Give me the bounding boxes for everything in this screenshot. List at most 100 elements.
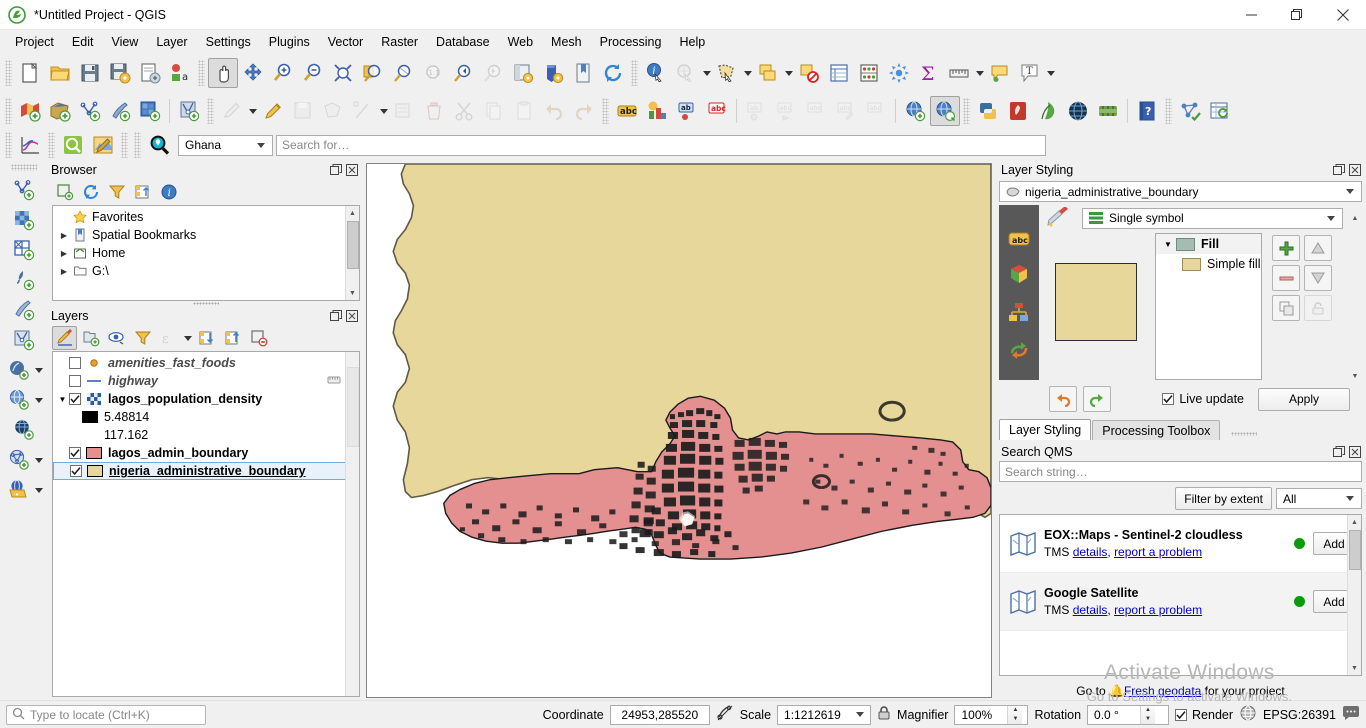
layer-visibility-checkbox[interactable] [69, 393, 81, 405]
browser-item-drive-g[interactable]: ▶ G:\ [53, 262, 359, 280]
float-panel-icon[interactable] [1332, 445, 1345, 458]
close-button[interactable] [1320, 0, 1366, 30]
quickmapservices-button[interactable] [58, 130, 88, 160]
pan-to-selection-button[interactable] [238, 58, 268, 88]
new-print-layout-button[interactable] [135, 58, 165, 88]
menu-settings[interactable]: Settings [197, 32, 260, 52]
qms-type-select[interactable]: All [1276, 488, 1362, 509]
new-3d-map-view-button[interactable] [538, 58, 568, 88]
refresh-table-button[interactable] [1205, 96, 1235, 126]
styling-scrollbar-bottom[interactable]: ▼ [1348, 233, 1362, 380]
add-symbol-layer-button[interactable] [1272, 235, 1300, 261]
v-add-arcgis-layer[interactable] [4, 475, 45, 505]
freehand-editing-button[interactable] [1093, 96, 1123, 126]
measure-line-button[interactable] [944, 58, 974, 88]
add-group-button[interactable] [78, 326, 103, 350]
browser-add-layer-button[interactable] [52, 180, 77, 204]
menu-view[interactable]: View [102, 32, 147, 52]
renderer-select[interactable]: Single symbol [1082, 207, 1343, 229]
toolbar-grip-vector-tools[interactable] [1165, 98, 1172, 124]
pin-labels-button[interactable]: abc [702, 96, 732, 126]
python-console-button[interactable] [973, 96, 1003, 126]
scroll-down-icon[interactable]: ▼ [345, 286, 359, 300]
zoom-to-layer-button[interactable] [388, 58, 418, 88]
qms-result-item[interactable]: Google Satellite TMS details, report a p… [1000, 573, 1361, 631]
locator-bar[interactable]: Type to locate (Ctrl+K) [6, 704, 206, 725]
restore-button[interactable] [1274, 0, 1320, 30]
v-postgis-dropdown[interactable] [34, 355, 45, 385]
qms-string-input[interactable] [999, 461, 1362, 482]
browser-filter-button[interactable] [104, 180, 129, 204]
modify-attributes-button[interactable] [389, 96, 419, 126]
diagrams-tab-icon[interactable] [1008, 301, 1030, 326]
magnifier-spinbox[interactable]: 100% ▲ ▼ [954, 704, 1029, 725]
expand-arrow-icon[interactable]: ▶ [57, 267, 71, 276]
fresh-geodata-link[interactable]: Fresh geodata [1124, 684, 1201, 698]
tab-processing-toolbox[interactable]: Processing Toolbox [1092, 420, 1221, 440]
close-panel-icon[interactable] [345, 309, 358, 322]
spin-up-icon[interactable]: ▲ [1008, 706, 1022, 715]
layer-row-highway[interactable]: highway [53, 372, 359, 390]
menu-mesh[interactable]: Mesh [542, 32, 591, 52]
scroll-down-icon[interactable]: ▼ [1352, 373, 1359, 380]
select-by-value-dropdown[interactable] [783, 58, 794, 88]
expand-arrow-icon[interactable]: ▶ [57, 231, 71, 240]
open-attribute-table-button[interactable] [824, 58, 854, 88]
close-panel-icon[interactable] [1348, 445, 1361, 458]
copy-features-button[interactable] [479, 96, 509, 126]
delete-selected-button[interactable] [419, 96, 449, 126]
cut-features-button[interactable] [449, 96, 479, 126]
layer-visibility-checkbox[interactable] [69, 447, 81, 459]
toggle-extents-icon[interactable] [716, 704, 734, 725]
show-bookmarks-button[interactable] [568, 58, 598, 88]
v-add-delimited-text-layer[interactable] [9, 265, 39, 295]
v-arcgis-dropdown[interactable] [34, 475, 45, 505]
undo-button[interactable] [539, 96, 569, 126]
labeling-button[interactable]: abc [612, 96, 642, 126]
qms-pin-icon-button[interactable] [144, 130, 174, 160]
map-tips-button[interactable] [985, 58, 1015, 88]
help-button[interactable]: ? [1132, 96, 1162, 126]
move-down-button[interactable] [1304, 265, 1332, 291]
menu-project[interactable]: Project [6, 32, 63, 52]
add-wfs-layer-button[interactable] [174, 96, 204, 126]
qgis2web-button[interactable] [1003, 96, 1033, 126]
toolbar-grip-qms[interactable] [48, 132, 55, 158]
zoom-next-button[interactable] [478, 58, 508, 88]
render-checkbox[interactable] [1175, 708, 1188, 721]
zoom-last-button[interactable] [448, 58, 478, 88]
run-feature-action-dropdown[interactable] [701, 58, 712, 88]
toolbar-grip-digitizing[interactable] [207, 98, 214, 124]
layers-tree[interactable]: amenities_fast_foods highway ▼ lagos_pop… [52, 351, 360, 697]
menu-database[interactable]: Database [427, 32, 499, 52]
filter-legend-expression-button[interactable]: ε [156, 326, 181, 350]
qms-search-input[interactable] [276, 134, 1046, 156]
zoom-native-button[interactable]: 1:1 [418, 58, 448, 88]
rotate-label-button[interactable]: abc [801, 96, 831, 126]
browser-item-favorites[interactable]: Favorites [53, 208, 359, 226]
toolbar-grip[interactable] [5, 60, 12, 86]
close-panel-icon[interactable] [345, 163, 358, 176]
add-mesh-layer-button[interactable] [75, 96, 105, 126]
collapse-all-button[interactable] [220, 326, 245, 350]
style-manager-button[interactable]: a [165, 58, 195, 88]
filter-legend-dropdown[interactable] [182, 323, 193, 353]
messages-icon[interactable] [1342, 705, 1360, 724]
zoom-in-button[interactable] [268, 58, 298, 88]
paste-features-button[interactable] [509, 96, 539, 126]
zoom-out-button[interactable] [298, 58, 328, 88]
qms-report-link[interactable]: report a problem [1114, 603, 1202, 617]
coordinate-value[interactable]: 24953,285520 [609, 704, 710, 725]
layer-row-lagos-population-density[interactable]: ▼ lagos_population_density [53, 390, 359, 408]
v-add-wfs-layer[interactable] [9, 325, 39, 355]
browser-refresh-button[interactable] [78, 180, 103, 204]
map-canvas[interactable] [366, 163, 992, 698]
identify-features-button[interactable]: i [641, 58, 671, 88]
v-add-wcs-layer[interactable] [9, 415, 39, 445]
open-project-button[interactable] [45, 58, 75, 88]
refresh-button[interactable] [598, 58, 628, 88]
minimize-button[interactable] [1228, 0, 1274, 30]
add-vector-layer-button[interactable] [15, 96, 45, 126]
labels-tab-icon[interactable]: abc [1008, 231, 1030, 250]
menu-plugins[interactable]: Plugins [260, 32, 319, 52]
